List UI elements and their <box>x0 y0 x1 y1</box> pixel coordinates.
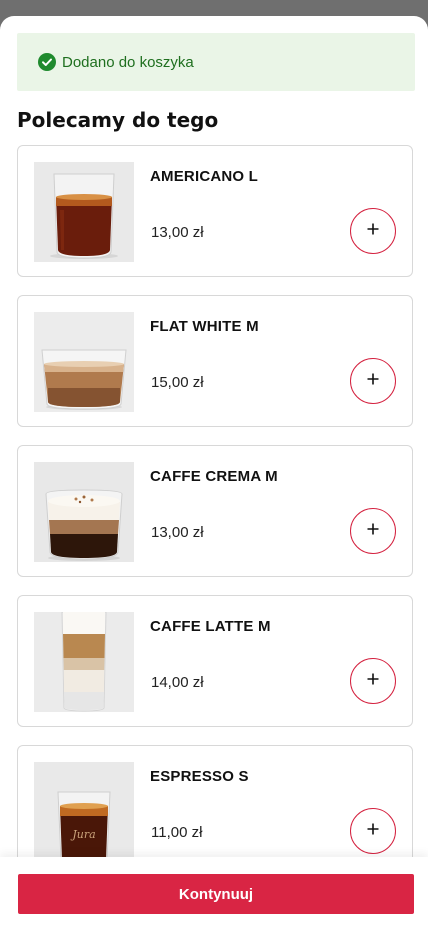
plus-icon <box>367 372 379 390</box>
espresso-image: Jura <box>34 762 134 862</box>
section-title: Polecamy do tego <box>17 108 219 132</box>
plus-icon <box>367 822 379 840</box>
product-price: 13,00 zł <box>151 524 204 541</box>
flat-white-image <box>34 312 134 412</box>
caffe-crema-image <box>34 462 134 562</box>
product-name: FLAT WHITE M <box>150 318 259 335</box>
product-name: ESPRESSO S <box>150 768 249 785</box>
add-to-cart-button[interactable] <box>350 808 396 854</box>
product-name: CAFFE CREMA M <box>150 468 278 485</box>
add-to-cart-button[interactable] <box>350 208 396 254</box>
continue-button[interactable]: Kontynuuj <box>18 874 414 914</box>
plus-icon <box>367 672 379 690</box>
added-to-cart-notification: Dodano do koszyka <box>17 33 415 91</box>
notification-text: Dodano do koszyka <box>62 53 194 71</box>
add-to-cart-button[interactable] <box>350 508 396 554</box>
product-name: CAFFE LATTE M <box>150 618 271 635</box>
plus-icon <box>367 522 379 540</box>
footer-bar: Kontynuuj <box>0 857 428 930</box>
plus-icon <box>367 222 379 240</box>
add-to-cart-button[interactable] <box>350 658 396 704</box>
product-card[interactable]: FLAT WHITE M 15,00 zł <box>17 295 413 427</box>
caffe-latte-image <box>34 612 134 712</box>
americano-image <box>34 162 134 262</box>
svg-text:Jura: Jura <box>70 828 95 841</box>
product-price: 15,00 zł <box>151 374 204 391</box>
product-price: 13,00 zł <box>151 224 204 241</box>
bottom-sheet: Dodano do koszyka Polecamy do tego AMERI… <box>0 16 428 930</box>
product-price: 14,00 zł <box>151 674 204 691</box>
product-price: 11,00 zł <box>151 824 203 841</box>
product-card[interactable]: CAFFE LATTE M 14,00 zł <box>17 595 413 727</box>
product-name: AMERICANO L <box>150 168 259 185</box>
product-card[interactable]: AMERICANO L 13,00 zł <box>17 145 413 277</box>
product-card[interactable]: CAFFE CREMA M 13,00 zł <box>17 445 413 577</box>
check-circle-icon <box>38 53 56 71</box>
add-to-cart-button[interactable] <box>350 358 396 404</box>
